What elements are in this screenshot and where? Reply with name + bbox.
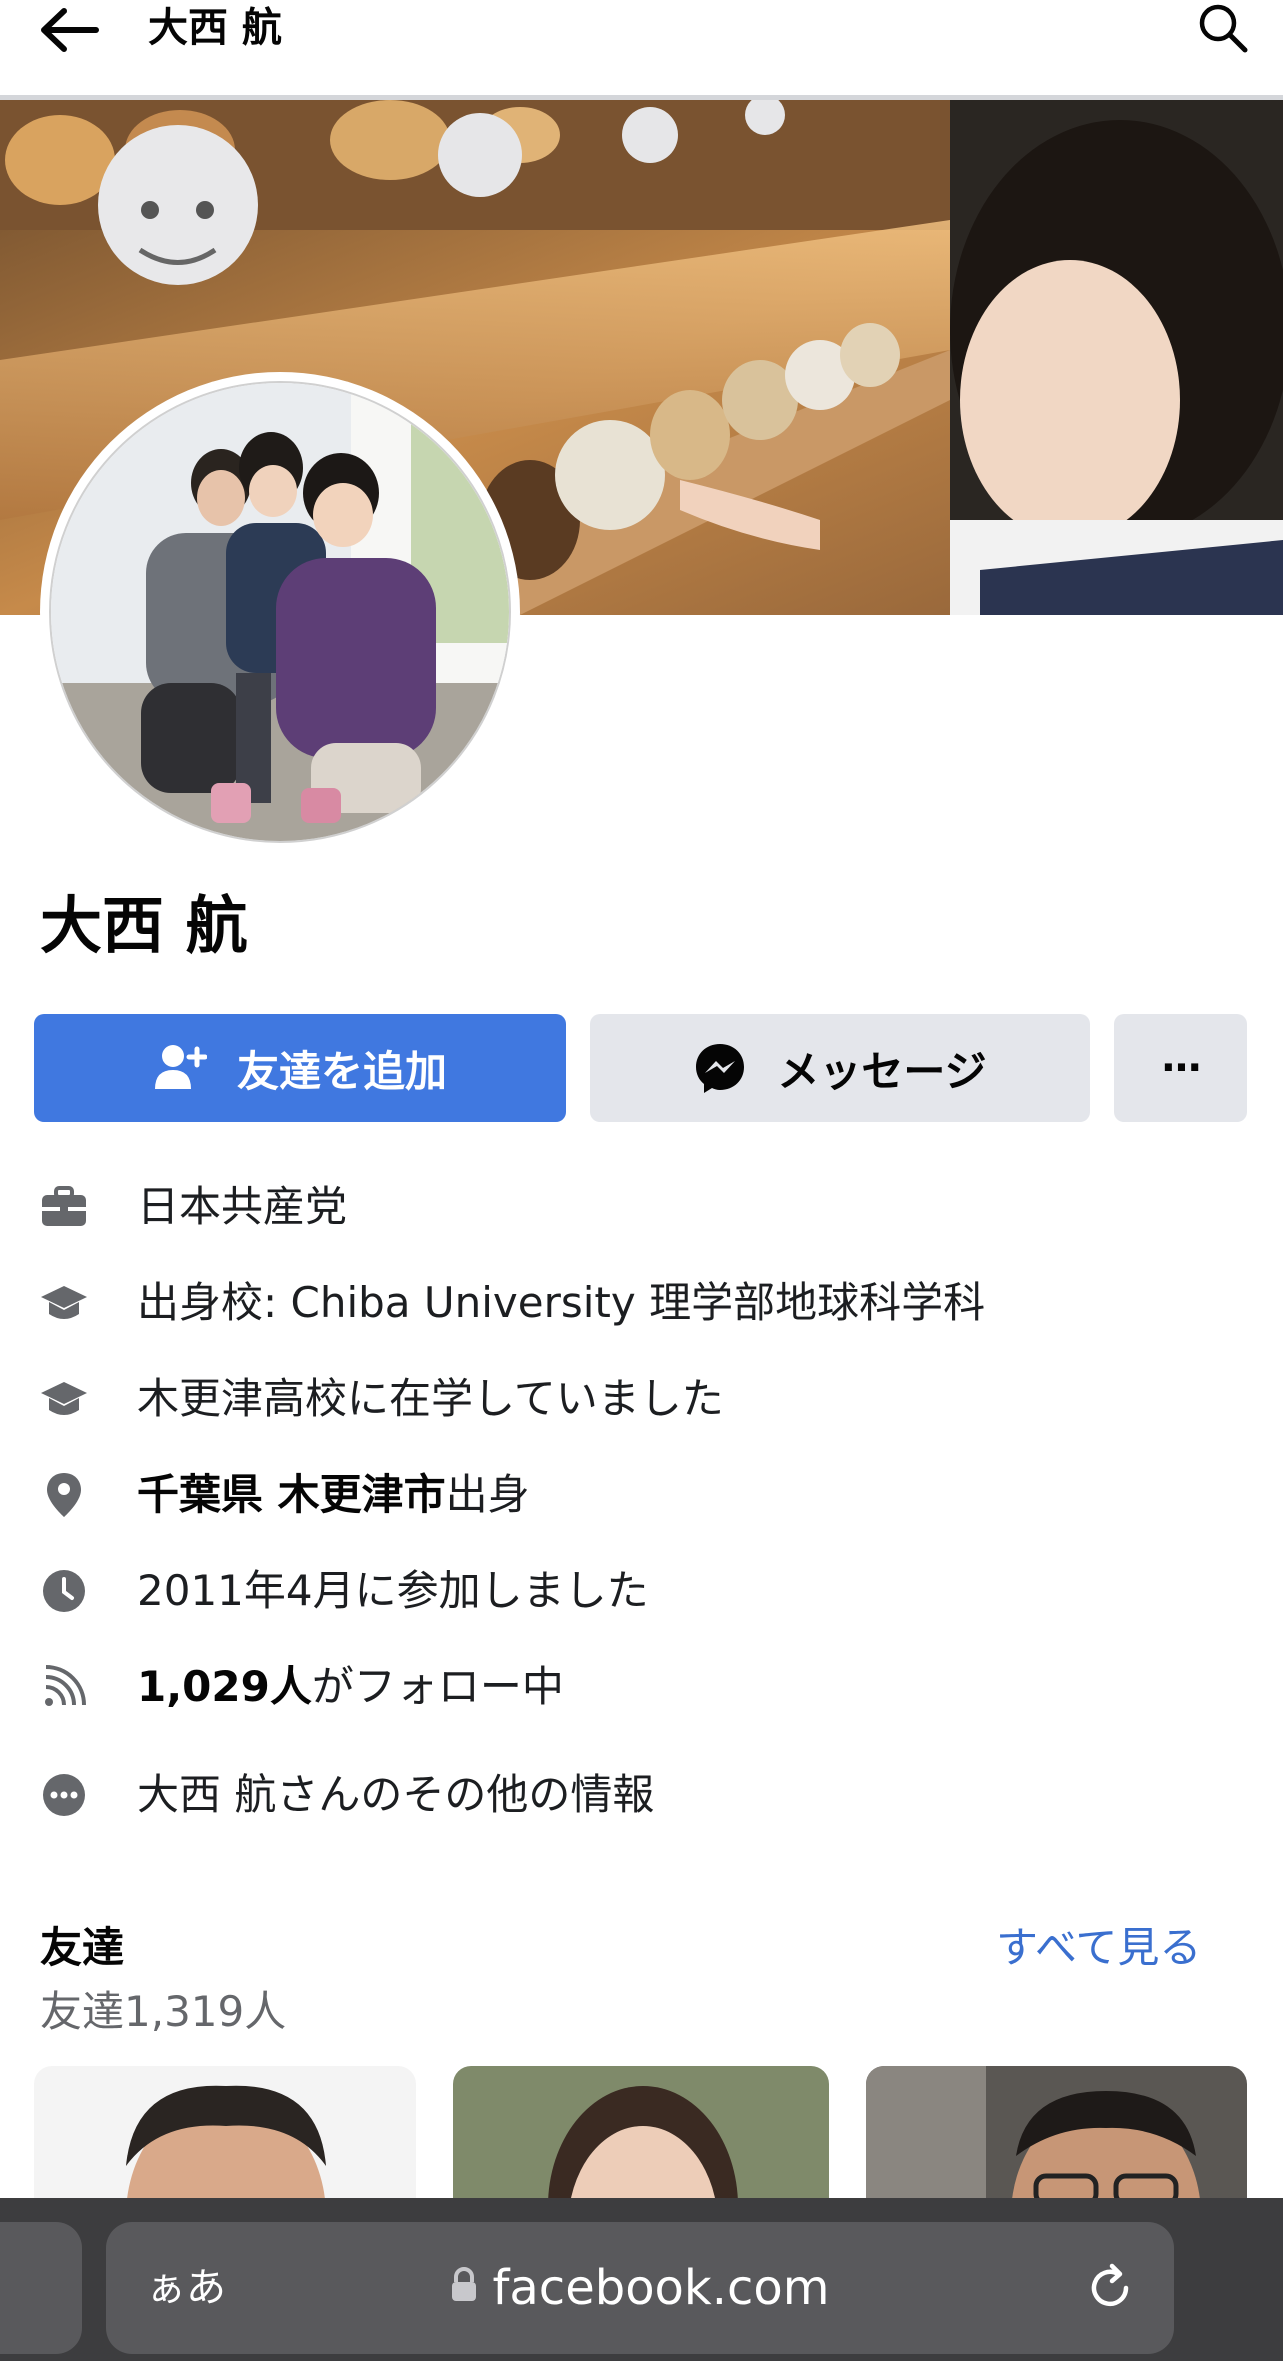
highschool-text[interactable]: 木更津高校に在学していました	[137, 1364, 724, 1434]
profile-picture[interactable]	[40, 372, 520, 852]
reload-icon[interactable]	[1082, 2260, 1138, 2316]
back-button[interactable]	[36, 2, 106, 58]
lock-icon	[450, 2221, 478, 2353]
add-friend-label: 友達を追加	[236, 1046, 447, 1096]
previous-tab[interactable]	[0, 2222, 82, 2354]
search-button[interactable]	[1193, 0, 1253, 56]
hometown-place[interactable]: 千葉県 木更津市	[137, 1470, 446, 1519]
info-work: 日本共産党	[0, 1172, 1283, 1242]
add-friend-icon	[153, 1043, 207, 1093]
work-text: 日本共産党	[137, 1182, 348, 1231]
add-friend-button[interactable]: 友達を追加	[34, 1014, 566, 1122]
search-icon	[1199, 4, 1248, 53]
url-display[interactable]: facebook.com	[106, 2222, 1174, 2354]
clock-icon	[36, 1563, 92, 1619]
friends-count: 友達1,319人	[40, 1987, 287, 2036]
followers-text[interactable]: 1,029人がフォロー中	[137, 1652, 564, 1722]
info-more[interactable]: 大西 航さんのその他の情報	[0, 1760, 1283, 1830]
address-bar[interactable]: ぁあ facebook.com	[106, 2222, 1174, 2354]
joined-text: 2011年4月に参加しました	[137, 1566, 649, 1615]
see-all-friends-link[interactable]: すべて見る	[996, 1918, 1201, 1978]
graduation-cap-icon	[36, 1275, 92, 1331]
more-dots-icon	[36, 1767, 92, 1823]
profile-photo	[49, 381, 511, 843]
location-pin-icon	[36, 1467, 92, 1523]
more-options-button[interactable]: ···	[1114, 1014, 1247, 1122]
messenger-icon	[693, 1041, 747, 1095]
message-button[interactable]: メッセージ	[590, 1014, 1090, 1122]
rss-feed-icon	[36, 1659, 92, 1715]
info-highschool: 木更津高校に在学していました	[0, 1364, 1283, 1434]
briefcase-icon	[36, 1179, 92, 1235]
info-joined: 2011年4月に参加しました	[0, 1556, 1283, 1626]
followers-count: 1,029人	[137, 1662, 312, 1711]
more-label: ···	[1160, 1045, 1203, 1091]
friends-title: 友達	[40, 1923, 125, 1972]
info-followers: 1,029人がフォロー中	[0, 1652, 1283, 1722]
info-hometown: 千葉県 木更津市出身	[0, 1460, 1283, 1530]
message-label: メッセージ	[777, 1046, 987, 1096]
info-education: 出身校: Chiba University 理学部地球科学科	[0, 1268, 1283, 1338]
arrow-left-icon	[41, 8, 99, 52]
url-text: facebook.com	[492, 2260, 830, 2316]
browser-toolbar: ぁあ facebook.com	[0, 2198, 1283, 2361]
profile-name: 大西 航	[40, 889, 248, 962]
education-prefix: 出身校:	[137, 1278, 291, 1327]
more-info-text: 大西 航さんのその他の情報	[137, 1770, 655, 1819]
top-bar: 大西 航	[0, 0, 1283, 100]
education-school[interactable]: Chiba University 理学部地球科学科	[291, 1278, 986, 1327]
page-title: 大西 航	[148, 5, 282, 51]
followers-suffix: がフォロー中	[311, 1662, 564, 1711]
education-text: 出身校: Chiba University 理学部地球科学科	[137, 1268, 985, 1338]
hometown-suffix: 出身	[445, 1470, 530, 1519]
graduation-cap-icon	[36, 1371, 92, 1427]
hometown-text: 千葉県 木更津市出身	[137, 1460, 530, 1530]
